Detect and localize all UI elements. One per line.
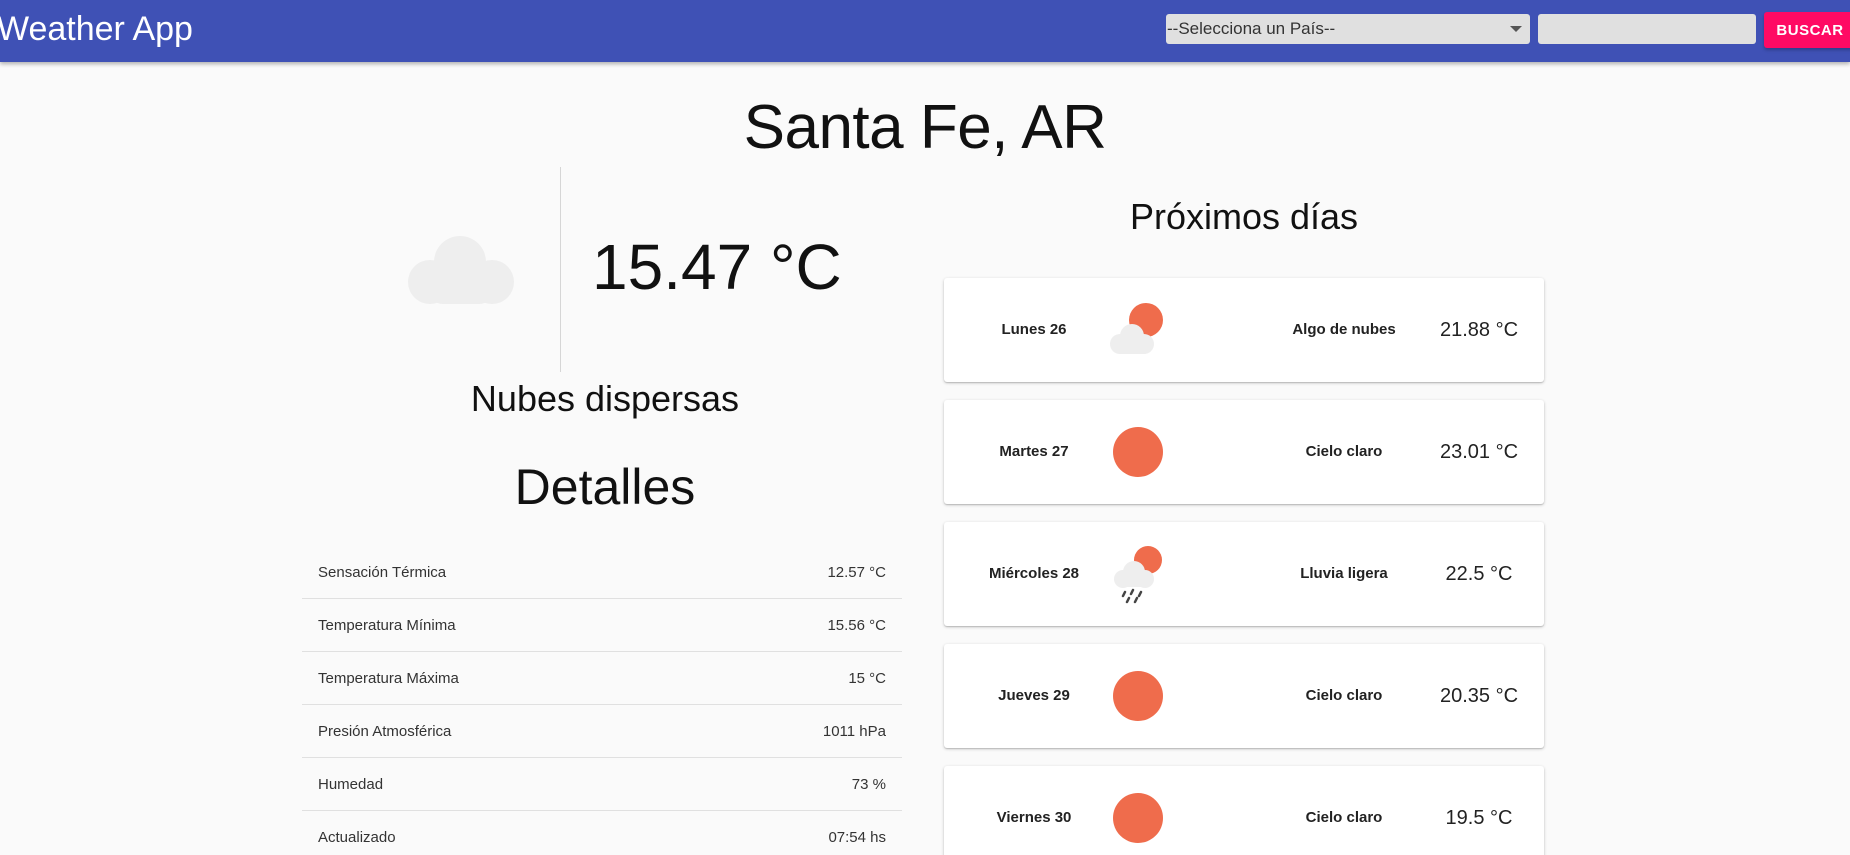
detail-row-max-temp: Temperatura Máxima 15 °C	[302, 652, 902, 705]
forecast-title: Próximos días	[1129, 196, 1359, 237]
current-temperature: 15.47 °C	[592, 231, 842, 303]
country-select[interactable]: --Selecciona un País--	[1166, 14, 1530, 44]
forecast-temperature: 21.88 °C	[1439, 319, 1519, 341]
forecast-card: Martes 27 Cielo claro 23.01 °C	[944, 400, 1544, 504]
details-title: Detalles	[514, 459, 696, 515]
detail-value: 12.57 °C	[827, 563, 886, 581]
detail-label: Humedad	[318, 775, 384, 793]
forecast-card: Jueves 29 Cielo claro 20.35 °C	[944, 644, 1544, 748]
cloud-icon	[396, 226, 524, 312]
sun-icon	[1106, 664, 1170, 728]
detail-row-pressure: Presión Atmosférica 1011 hPa	[302, 705, 902, 758]
detail-value: 1011 hPa	[822, 722, 886, 740]
forecast-card: Lunes 26 Algo de nubes 21.88 °C	[944, 278, 1544, 382]
detail-label: Sensación Térmica	[318, 563, 447, 581]
detail-row-humidity: Humedad 73 %	[302, 758, 902, 811]
forecast-temperature: 19.5 °C	[1445, 807, 1513, 829]
forecast-card: Miércoles 28 Lluvia ligera 22.5 °C	[944, 522, 1544, 626]
forecast-temperature: 20.35 °C	[1439, 685, 1519, 707]
detail-row-updated: Actualizado 07:54 hs	[302, 811, 902, 855]
search-button[interactable]: BUSCAR	[1764, 12, 1850, 48]
detail-value: 15 °C	[848, 669, 886, 687]
forecast-day: Lunes 26	[1001, 321, 1067, 338]
detail-row-feels-like: Sensación Térmica 12.57 °C	[302, 546, 902, 599]
detail-value: 73 %	[851, 775, 886, 793]
sun-icon	[1106, 786, 1170, 850]
forecast-temperature: 22.5 °C	[1445, 563, 1513, 585]
city-input[interactable]	[1538, 14, 1756, 44]
weather-description: Nubes dispersas	[470, 378, 740, 419]
forecast-day: Miércoles 28	[988, 565, 1080, 582]
detail-label: Actualizado	[318, 829, 396, 846]
app-title: Weather App	[0, 10, 193, 48]
top-toolbar: Weather App --Selecciona un País-- BUSCA…	[0, 0, 1850, 62]
partly-cloudy-icon	[1106, 298, 1170, 362]
light-rain-icon	[1106, 542, 1170, 606]
detail-label: Temperatura Máxima	[318, 669, 459, 687]
forecast-temperature: 23.01 °C	[1439, 441, 1519, 463]
forecast-card: Viernes 30 Cielo claro 19.5 °C	[944, 766, 1544, 855]
vertical-divider	[560, 167, 561, 372]
forecast-day: Jueves 29	[998, 687, 1070, 704]
forecast-day: Viernes 30	[996, 809, 1072, 826]
details-list: Sensación Térmica 12.57 °C Temperatura M…	[302, 546, 902, 855]
detail-label: Temperatura Mínima	[318, 616, 456, 634]
sun-icon	[1106, 420, 1170, 484]
detail-row-min-temp: Temperatura Mínima 15.56 °C	[302, 599, 902, 652]
dropdown-arrow-icon	[1510, 26, 1522, 32]
detail-value: 15.56 °C	[827, 616, 886, 634]
detail-label: Presión Atmosférica	[318, 722, 452, 740]
detail-value: 07:54 hs	[828, 829, 886, 846]
location-title: Santa Fe, AR	[743, 93, 1107, 162]
country-select-value: --Selecciona un País--	[1167, 19, 1336, 38]
forecast-list: Lunes 26 Algo de nubes 21.88 °C Martes 2…	[944, 278, 1544, 855]
forecast-day: Martes 27	[999, 443, 1069, 460]
